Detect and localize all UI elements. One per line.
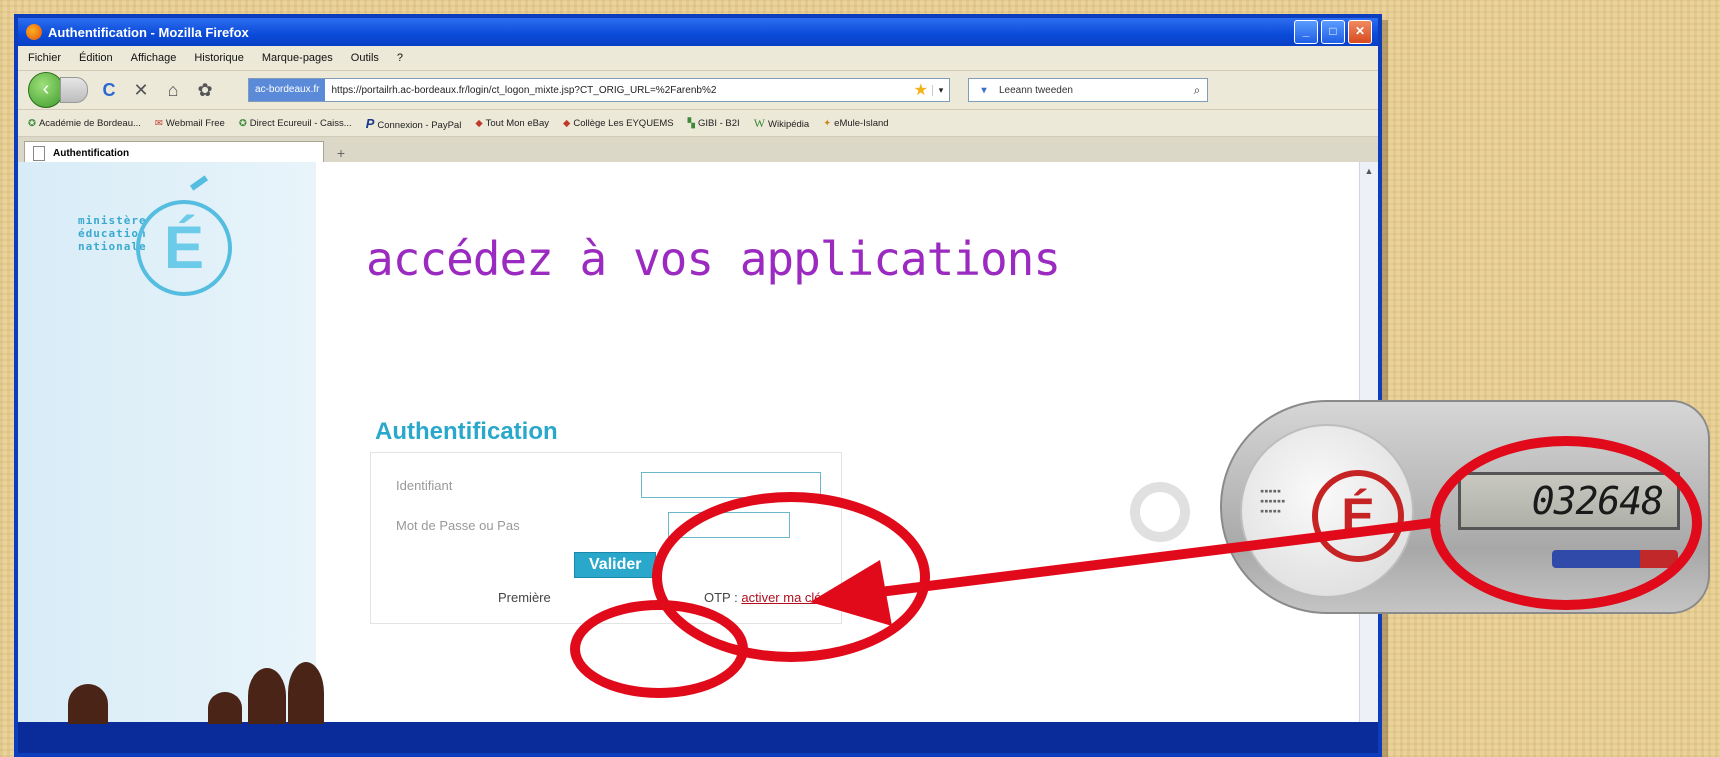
browser-chrome: Fichier Édition Affichage Historique Mar… (18, 46, 1378, 166)
menu-marque-pages[interactable]: Marque-pages (262, 52, 333, 64)
close-button[interactable]: ✕ (1348, 20, 1372, 44)
token-logo: É (1312, 470, 1404, 562)
keyring-loop (1130, 482, 1190, 542)
page-heading: accédez à vos applications (366, 232, 1061, 286)
bookmark-item[interactable]: ✪ Direct Ecureuil - Caiss... (239, 118, 352, 129)
wikipedia-icon: W (753, 115, 766, 130)
emule-icon: ✦ (823, 117, 832, 129)
bookmark-label: Collège Les EYQUEMS (573, 117, 674, 129)
globe-icon: ✪ (238, 117, 247, 129)
bookmark-item[interactable]: ◆ Collège Les EYQUEMS (563, 118, 674, 129)
bookmark-item[interactable]: ◆ Tout Mon eBay (475, 118, 549, 129)
search-engine-icon[interactable]: ▾ (969, 85, 999, 96)
menu-bar: Fichier Édition Affichage Historique Mar… (18, 46, 1378, 71)
gibi-icon: ▚ (687, 117, 695, 129)
bookmark-label: Tout Mon eBay (485, 117, 550, 129)
bookmark-star-icon[interactable]: ★ (914, 80, 928, 100)
bookmark-label: Connexion - PayPal (377, 119, 462, 131)
tab-label: Authentification (53, 148, 130, 159)
ebay-icon: ◆ (475, 117, 483, 129)
paypal-icon: P (365, 115, 375, 131)
students-photo (68, 662, 328, 724)
addon-icon[interactable]: ✿ (194, 80, 216, 101)
menu-historique[interactable]: Historique (194, 52, 244, 64)
navigation-toolbar: ‹ C ✕ ⌂ ✿ ac-bordeaux.fr https://portail… (18, 71, 1378, 110)
maximize-button[interactable]: □ (1321, 20, 1345, 44)
window-controls: _ □ ✕ (1294, 20, 1372, 44)
password-label: Mot de Passe ou Pas (396, 518, 520, 533)
bookmark-label: eMule-Island (834, 117, 889, 129)
stop-icon[interactable]: ✕ (130, 80, 152, 101)
bookmark-label: GIBI - B2I (697, 117, 740, 129)
url-dropdown-icon[interactable]: ▾ (932, 84, 949, 96)
title-bar: Authentification - Mozilla Firefox _ □ ✕ (18, 18, 1378, 46)
site-identity-button[interactable]: ac-bordeaux.fr (249, 79, 326, 101)
bookmark-item[interactable]: ✪ Académie de Bordeau... (28, 118, 141, 129)
otp-prefix-text: Première (498, 590, 551, 605)
ebay-icon: ◆ (563, 117, 571, 129)
person-silhouette (68, 684, 108, 724)
bookmark-label: Webmail Free (165, 117, 225, 129)
minimize-button[interactable]: _ (1294, 20, 1318, 44)
token-disc: ▪▪▪▪▪ ▪▪▪▪▪▪ ▪▪▪▪▪ É (1240, 424, 1414, 598)
menu-outils[interactable]: Outils (351, 52, 379, 64)
reload-icon[interactable]: C (98, 80, 120, 101)
bookmark-item[interactable]: P Connexion - PayPal (366, 116, 462, 131)
page-icon (33, 146, 45, 161)
url-text[interactable]: https://portailrh.ac-bordeaux.fr/login/c… (331, 85, 909, 96)
mail-icon: ✉ (154, 117, 163, 129)
bookmark-label: Direct Ecureuil - Caiss... (249, 117, 352, 129)
menu-help[interactable]: ? (397, 52, 403, 64)
token-logo-text: ▪▪▪▪▪ ▪▪▪▪▪▪ ▪▪▪▪▪ (1260, 487, 1286, 515)
firefox-icon (26, 24, 42, 40)
scroll-up-icon[interactable]: ▲ (1360, 162, 1378, 180)
left-panel: ministère éducation nationale É (18, 162, 324, 724)
search-input[interactable]: Leeann tweeden (999, 85, 1187, 96)
bookmark-item[interactable]: ✉ Webmail Free (155, 118, 225, 129)
logo-accent-icon (189, 175, 209, 191)
annotation-circle-display (1430, 436, 1702, 610)
logo-line: ministère (78, 214, 147, 227)
bookmark-item[interactable]: W Wikipédia (754, 116, 810, 131)
home-icon[interactable]: ⌂ (162, 80, 184, 101)
globe-icon: ✪ (28, 117, 36, 129)
person-silhouette (208, 692, 242, 724)
address-bar[interactable]: ac-bordeaux.fr https://portailrh.ac-bord… (248, 78, 950, 102)
bookmark-label: Académie de Bordeau... (38, 117, 141, 129)
menu-affichage[interactable]: Affichage (131, 52, 177, 64)
bookmarks-toolbar: ✪ Académie de Bordeau... ✉ Webmail Free ✪ D… (18, 110, 1378, 137)
forward-button[interactable] (60, 77, 88, 103)
auth-title: Authentification (375, 418, 558, 445)
window-title: Authentification - Mozilla Firefox (48, 24, 249, 40)
person-silhouette (288, 662, 324, 724)
bookmark-item[interactable]: ▚ GIBI - B2I (688, 118, 740, 129)
person-silhouette (248, 668, 286, 724)
menu-fichier[interactable]: Fichier (28, 52, 61, 64)
bookmark-label: Wikipédia (768, 118, 810, 130)
ministry-logo: É (136, 200, 232, 296)
bookmark-item[interactable]: ✦ eMule-Island (823, 118, 888, 129)
username-label: Identifiant (396, 478, 453, 493)
annotation-circle-submit (570, 600, 748, 698)
back-button[interactable]: ‹ (28, 72, 64, 108)
search-icon[interactable]: ⌕ (1187, 83, 1207, 98)
search-box[interactable]: ▾ Leeann tweeden ⌕ (968, 78, 1208, 102)
submit-button[interactable]: Valider (574, 552, 657, 578)
menu-edition[interactable]: Édition (79, 52, 113, 64)
